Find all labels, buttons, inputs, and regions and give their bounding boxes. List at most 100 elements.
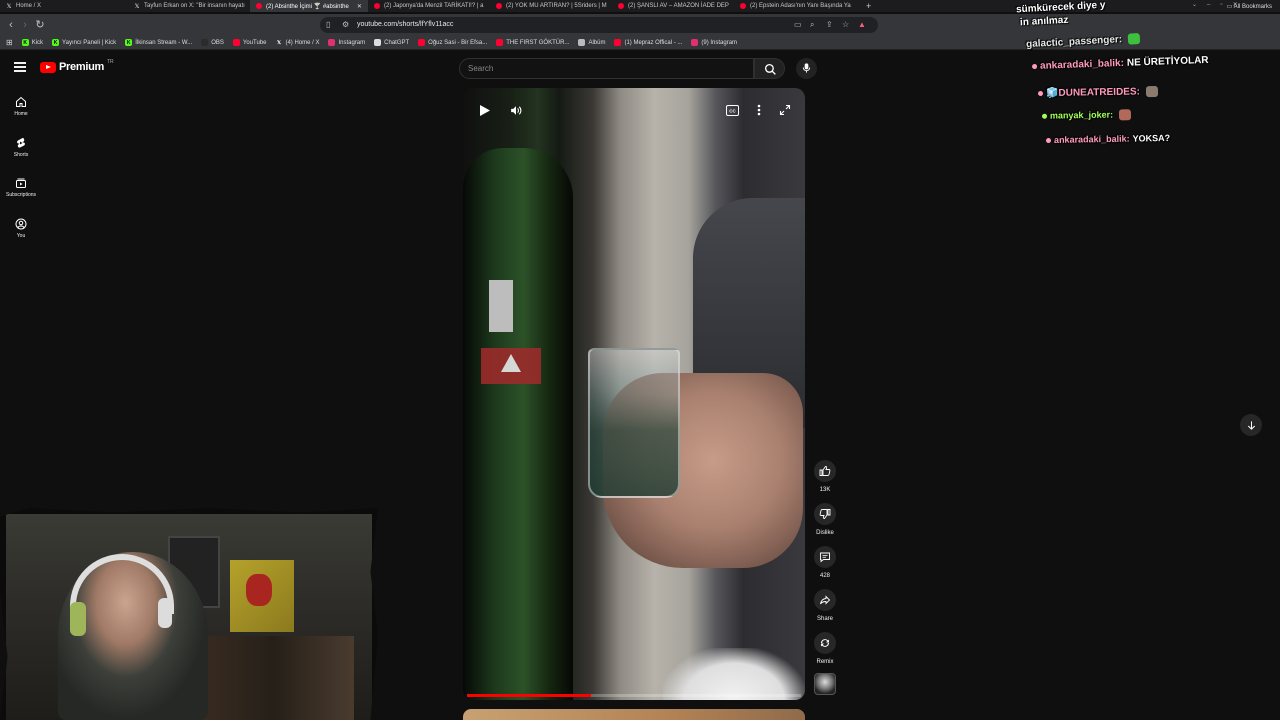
browser-tab-label: (2) ŞANSLI AV – AMAZON İADE DEP	[628, 3, 729, 9]
bookmark-label: Albüm	[588, 39, 606, 46]
reload-icon[interactable]: ↻	[34, 19, 46, 31]
star-icon[interactable]: ☆	[842, 20, 849, 29]
obs-icon	[201, 39, 209, 46]
play-button[interactable]	[475, 100, 495, 120]
browser-tab[interactable]: 𝕏 Tayfun Erkan on X: "Bir insanın hayatı	[128, 0, 250, 12]
chat-emote-icon	[1145, 85, 1159, 98]
youtube-icon	[256, 3, 262, 9]
zoom-icon[interactable]: ⌕	[810, 20, 814, 30]
screen-icon[interactable]: ▭	[794, 20, 802, 29]
tab-close-icon[interactable]: ✕	[357, 3, 362, 10]
browser-tab[interactable]: 𝕏 Home / X	[0, 0, 128, 12]
video-progress-bar[interactable]	[467, 694, 801, 697]
bookmark-item[interactable]: (9) Instagram	[691, 39, 737, 46]
arrow-down-icon	[1247, 420, 1255, 430]
bookmark-item[interactable]: K Kick	[21, 39, 43, 46]
browser-tab-label: Tayfun Erkan on X: "Bir insanın hayatı	[144, 3, 245, 9]
headset-cup-left	[70, 602, 86, 636]
bookmark-label: THE FIRST GÖKTÜR...	[506, 39, 570, 46]
chat-text: NE ÜRETİYOLAR	[1126, 54, 1209, 69]
brand-region: TR	[106, 59, 114, 65]
bookmark-tab-icon[interactable]: ▯	[326, 20, 330, 29]
browser-tab[interactable]: (2) ŞANSLI AV – AMAZON İADE DEP	[612, 0, 734, 12]
bookmark-item[interactable]: 𝕏 (4) Home / X	[275, 39, 320, 46]
like-button[interactable]: 13K	[810, 460, 840, 493]
bookmark-label: (1) Mepraz Offical - ...	[624, 39, 683, 46]
search-button[interactable]	[754, 58, 785, 79]
browser-tab-label: (2) Epstein Adası'nın Yanı Başında Ya	[750, 3, 851, 9]
bookmark-item[interactable]: Albüm	[578, 39, 605, 46]
chat-username: ankaradaki_balik:	[1053, 133, 1130, 145]
forward-icon[interactable]: ›	[19, 19, 31, 31]
bookmark-item[interactable]: Instagram	[328, 39, 365, 46]
bookmark-item[interactable]: OBS	[201, 39, 224, 46]
chevron-down-icon[interactable]: ⌄	[1192, 2, 1197, 8]
apps-grid-icon[interactable]: ⊞	[6, 38, 13, 47]
voice-search-button[interactable]	[796, 58, 817, 79]
kick-icon: K	[125, 39, 133, 46]
thumbs-up-icon	[819, 466, 831, 476]
shorts-icon	[17, 137, 25, 148]
browser-tab[interactable]: (2) Absinthe İçimi 🍸 #absinthe ✕	[250, 0, 368, 12]
nav-shorts[interactable]: Shorts	[0, 137, 42, 158]
search-input[interactable]: Search	[459, 58, 754, 79]
closed-captions-icon: CC	[725, 104, 739, 116]
bookmark-label: YouTube	[242, 39, 267, 46]
video-progress-fill	[467, 694, 591, 697]
chat-header-fragment: sümkürecek diye y	[1015, 0, 1106, 16]
address-bar[interactable]: ▯ ⚙ youtube.com/shorts/lfYflv11acc ▭ ⌕ ⇪…	[320, 17, 878, 33]
captions-button[interactable]: CC	[722, 100, 742, 120]
extension-icon[interactable]: ▲	[858, 20, 866, 29]
x-logo-icon: 𝕏	[134, 3, 140, 10]
bookmark-item[interactable]: THE FIRST GÖKTÜR...	[496, 39, 569, 46]
webcam-poster-spiderman	[230, 560, 294, 632]
new-tab-icon[interactable]: +	[860, 1, 877, 11]
nav-you[interactable]: You	[0, 218, 42, 239]
chat-username: manyak_joker:	[1049, 109, 1114, 121]
comments-button[interactable]: 428	[810, 546, 840, 579]
more-vertical-icon	[757, 104, 761, 116]
next-short-preview[interactable]	[463, 709, 805, 720]
minimize-icon[interactable]: –	[1207, 2, 1210, 8]
bookmark-item[interactable]: K Yayıncı Paneli | Kick	[52, 39, 116, 46]
headset-cup-right	[158, 598, 172, 628]
close-icon[interactable]: ✕	[1233, 2, 1238, 8]
volume-button[interactable]	[506, 100, 526, 120]
bookmark-item[interactable]: ChatGPT	[374, 39, 409, 46]
bookmark-item[interactable]: YouTube	[232, 39, 267, 46]
youtube-icon	[418, 39, 426, 46]
browser-tab[interactable]: (2) Japonya'da Menzil TARİKATI!? | a	[368, 0, 490, 12]
nav-subscriptions[interactable]: Subscriptions	[0, 177, 42, 198]
site-info-icon[interactable]: ⚙	[342, 20, 349, 29]
folder-icon	[578, 39, 586, 46]
chat-message: ankaradaki_balik: NE ÜRETİYOLAR	[1031, 54, 1209, 72]
bookmark-item[interactable]: K İlkinsan Stream - W...	[125, 39, 192, 46]
streamer-webcam	[0, 508, 378, 720]
share-page-icon[interactable]: ⇪	[826, 20, 833, 29]
browser-tab-label: (2) YOK MU ARTIRAN? | 5Sriders | M	[506, 3, 607, 9]
youtube-icon	[618, 3, 624, 9]
chat-badge-icon	[1031, 63, 1038, 69]
nav-home[interactable]: Home	[0, 96, 42, 117]
chat-username: ankaradaki_balik:	[1039, 57, 1125, 72]
remix-button[interactable]: Remix	[810, 632, 840, 665]
next-video-button[interactable]	[1240, 414, 1262, 436]
comment-count: 428	[819, 573, 830, 579]
browser-tab[interactable]: (2) YOK MU ARTIRAN? | 5Sriders | M	[490, 0, 612, 12]
share-button[interactable]: Share	[810, 589, 840, 622]
x-logo-icon: 𝕏	[6, 3, 12, 10]
channel-avatar[interactable]	[814, 673, 836, 695]
dislike-button[interactable]: Dislike	[810, 503, 840, 536]
youtube-premium-logo[interactable]: Premium TR	[40, 59, 114, 73]
more-options-button[interactable]	[749, 100, 769, 120]
bookmark-item[interactable]: (1) Mepraz Offical - ...	[614, 39, 682, 46]
maximize-icon[interactable]: ▫	[1220, 2, 1222, 8]
back-icon[interactable]: ‹	[5, 19, 17, 31]
expand-icon	[779, 104, 791, 116]
menu-icon[interactable]	[14, 62, 26, 72]
shorts-video-player[interactable]: CC	[463, 88, 805, 700]
browser-tab[interactable]: (2) Epstein Adası'nın Yanı Başında Ya	[734, 0, 860, 12]
fullscreen-button[interactable]	[775, 100, 795, 120]
bookmark-item[interactable]: Oğuz Sasi - Bir Efsa...	[418, 39, 487, 46]
brand-text: Premium	[59, 61, 104, 73]
